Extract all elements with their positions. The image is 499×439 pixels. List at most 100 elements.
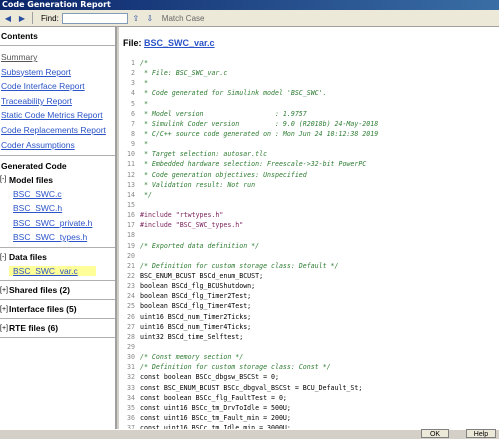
code-line: 25 boolean BSCd_flg_Timer4Test; xyxy=(119,301,499,311)
line-number: 22 xyxy=(127,271,135,280)
match-case-option[interactable]: Match Case xyxy=(162,14,205,23)
line-number: 32 xyxy=(127,373,135,382)
link-coder-assumptions[interactable]: Coder Assumptions xyxy=(0,140,115,150)
expand-toggle-icon[interactable]: [+] xyxy=(0,325,8,332)
code-line: 26 uint16 BSCd_num_Timer2Ticks; xyxy=(119,312,499,322)
line-number: 28 xyxy=(127,332,135,341)
file-heading: File: BSC_SWC_var.c xyxy=(123,38,215,48)
code-text: * Model version : 1.9757 xyxy=(140,109,307,118)
line-number: 33 xyxy=(127,383,135,392)
code-text: * File: BSC_SWC_var.c xyxy=(140,69,228,78)
code-text: /* Definition for custom storage class: … xyxy=(140,261,339,270)
file-link-bsc-swc-var-c[interactable]: BSC_SWC_var.c xyxy=(9,266,96,277)
line-number: 8 xyxy=(131,129,135,138)
line-number: 27 xyxy=(127,322,135,331)
code-line: 6 * Model version : 1.9757 xyxy=(119,109,499,119)
code-text: uint32 BSCd_time_Selftest; xyxy=(140,332,244,341)
line-number: 31 xyxy=(127,363,135,372)
back-icon[interactable]: ◀ xyxy=(2,12,14,24)
code-text: const uint16 BSCc_tm_Fault_min = 200U; xyxy=(140,413,291,422)
find-next-icon[interactable]: ⇩ xyxy=(144,12,156,24)
link-static-code-metrics-report[interactable]: Static Code Metrics Report xyxy=(0,110,115,120)
line-number: 1 xyxy=(131,59,135,67)
link-code-interface-report[interactable]: Code Interface Report xyxy=(0,81,115,91)
line-number: 19 xyxy=(127,241,135,250)
line-number: 35 xyxy=(127,403,135,412)
line-number: 29 xyxy=(127,342,135,351)
code-view-pane: File: BSC_SWC_var.c 1/* 2 * File: BSC_SWC… xyxy=(119,27,499,429)
code-line: 10 * Target selection: autosar.tlc xyxy=(119,149,499,159)
code-text: * xyxy=(140,140,148,149)
line-number: 11 xyxy=(127,160,135,169)
link-subsystem-report[interactable]: Subsystem Report xyxy=(0,67,115,77)
divider xyxy=(0,247,115,249)
code-text: #include "BSC_SWC_types.h" xyxy=(140,221,244,230)
collapse-toggle-icon[interactable]: [-] xyxy=(0,254,6,261)
code-line: 14 */ xyxy=(119,190,499,200)
shared-files-label: Shared files (2) xyxy=(9,285,70,296)
help-button[interactable]: Help xyxy=(466,429,496,438)
line-number: 30 xyxy=(127,353,135,362)
code-text: BSC_ENUM_BCUST BSCd_enum_BCUST; xyxy=(140,271,264,280)
code-text: #include "rtwtypes.h" xyxy=(140,211,224,220)
source-code-listing: 1/* 2 * File: BSC_SWC_var.c 3 * 4 * Code ge… xyxy=(119,58,499,429)
link-summary[interactable]: Summary xyxy=(0,52,115,62)
code-line: 24 boolean BSCd_flg_Timer2Test; xyxy=(119,291,499,301)
rte-files-group[interactable]: [+] RTE files (6) xyxy=(0,323,115,333)
code-text: * xyxy=(140,99,148,108)
expand-toggle-icon[interactable]: [+] xyxy=(0,287,8,294)
code-text: * Code generation objectives: Unspecifie… xyxy=(140,170,307,179)
ok-button[interactable]: OK xyxy=(421,429,449,438)
model-files-group[interactable]: [-] Model files xyxy=(0,175,115,185)
report-window: Code Generation Report ◀ ▶ Find: ⇧ ⇩ Mat… xyxy=(0,0,499,438)
code-line: 4 * Code generated for Simulink model 'B… xyxy=(119,88,499,98)
code-line: 11 * Embedded hardware selection: Freesc… xyxy=(119,159,499,169)
divider xyxy=(0,154,115,156)
data-files-group[interactable]: [-] Data files xyxy=(0,252,115,262)
find-input[interactable] xyxy=(61,12,128,24)
code-line: 27 uint16 BSCd_num_Timer4Ticks; xyxy=(119,322,499,332)
expand-toggle-icon[interactable]: [+] xyxy=(0,306,8,313)
code-text: * C/C++ source code generated on : Mon J… xyxy=(140,129,379,138)
find-previous-icon[interactable]: ⇧ xyxy=(130,12,142,24)
line-number: 9 xyxy=(131,140,135,149)
code-text: /* Exported data definition */ xyxy=(140,241,260,250)
file-link-bsc-swc-h[interactable]: BSC_SWC.h xyxy=(0,203,115,213)
code-line: 2 * File: BSC_SWC_var.c xyxy=(119,68,499,78)
line-number: 3 xyxy=(131,79,135,88)
line-number: 12 xyxy=(127,170,135,179)
code-line: 16 #include "rtwtypes.h" xyxy=(119,210,499,220)
file-link-bsc-swc-c[interactable]: BSC_SWC.c xyxy=(0,189,115,199)
line-number: 17 xyxy=(127,221,135,230)
toolbar-separator xyxy=(32,12,33,24)
code-line: 19 /* Exported data definition */ xyxy=(119,241,499,251)
line-number: 34 xyxy=(127,393,135,402)
line-number: 25 xyxy=(127,302,135,311)
line-number: 4 xyxy=(131,89,135,98)
code-line: 9 * xyxy=(119,139,499,149)
line-number: 10 xyxy=(127,150,135,159)
interface-files-group[interactable]: [+] Interface files (5) xyxy=(0,304,115,314)
forward-icon[interactable]: ▶ xyxy=(16,12,28,24)
code-text: * Simulink Coder version : 9.0 (R2018b) … xyxy=(140,119,379,128)
code-line: 32 const boolean BSCc_dbgsw_BSCSt = 0; xyxy=(119,372,499,382)
code-line: 23 boolean BSCd_flg_BCUShutdown; xyxy=(119,281,499,291)
link-traceability-report[interactable]: Traceability Report xyxy=(0,96,115,106)
shared-files-group[interactable]: [+] Shared files (2) xyxy=(0,285,115,295)
line-number: 2 xyxy=(131,69,135,78)
code-text: const boolean BSCc_flg_FaultTest = 0; xyxy=(140,393,287,402)
data-files-label: Data files xyxy=(9,252,47,263)
line-number: 5 xyxy=(131,99,135,108)
link-code-replacements-report[interactable]: Code Replacements Report xyxy=(0,125,115,135)
code-line: 7 * Simulink Coder version : 9.0 (R2018b… xyxy=(119,119,499,129)
file-heading-link[interactable]: BSC_SWC_var.c xyxy=(144,38,215,48)
code-text: uint16 BSCd_num_Timer4Ticks; xyxy=(140,322,252,331)
generated-code-title: Generated Code xyxy=(1,160,67,171)
file-link-bsc-swc-types-h[interactable]: BSC_SWC_types.h xyxy=(0,232,115,242)
code-line: 35 const uint16 BSCc_tm_DrvToIdle = 500U; xyxy=(119,403,499,413)
divider xyxy=(0,280,115,282)
line-number: 7 xyxy=(131,119,135,128)
file-link-bsc-swc-private-h[interactable]: BSC_SWC_private.h xyxy=(0,218,115,228)
collapse-toggle-icon[interactable]: [-] xyxy=(0,176,6,183)
contents-sidebar: Contents Summary Subsystem Report Code I… xyxy=(0,27,117,429)
